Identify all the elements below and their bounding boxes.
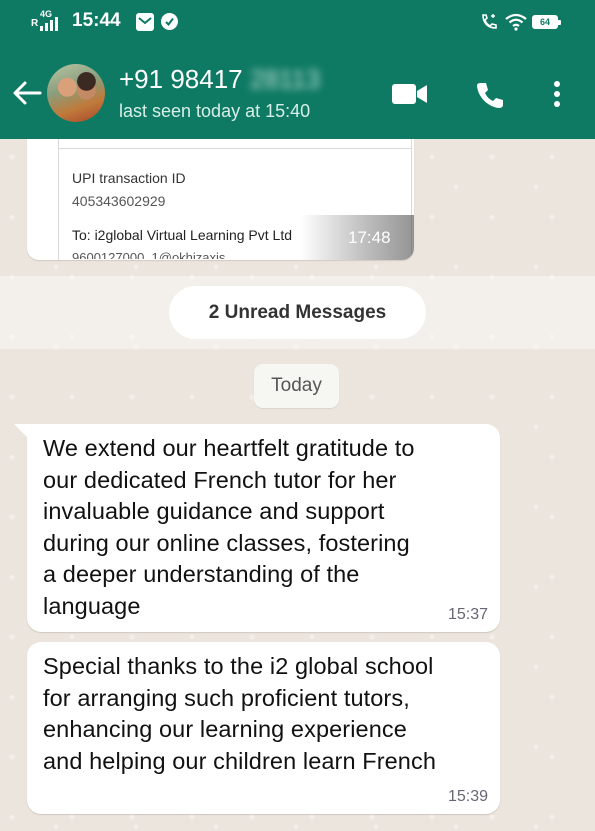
wifi-icon: [505, 13, 527, 31]
last-seen-status: last seen today at 15:40: [119, 101, 311, 121]
message-line: enhancing our learning experience: [43, 716, 407, 742]
contact-name[interactable]: +91 98417 28113: [119, 64, 320, 95]
contact-avatar[interactable]: [47, 64, 105, 122]
contact-number: +91 98417: [119, 64, 243, 94]
upi-transaction-id: 405343602929: [72, 193, 166, 209]
message-line: and helping our children learn French: [43, 747, 436, 774]
message-line: We extend our heartfelt gratitude to: [43, 435, 415, 461]
message-line: our dedicated French tutor for her: [43, 466, 397, 493]
app-header: R 4G 15:44 64 +91 98417 28113 last seen …: [0, 0, 595, 139]
message-text: We extend our heartfelt gratitude to our…: [43, 433, 483, 622]
message-bubble[interactable]: We extend our heartfelt gratitude to our…: [14, 424, 500, 632]
message-text: Special thanks to the i2 global school f…: [43, 651, 483, 777]
battery-icon: 64: [532, 15, 561, 29]
upi-transaction-label: UPI transaction ID: [72, 170, 186, 186]
message-line: Special thanks to the i2 global school: [43, 653, 434, 679]
status-time: 15:44: [72, 10, 121, 31]
more-options-icon[interactable]: [552, 80, 562, 110]
status-bar: R 4G 15:44 64: [0, 0, 595, 44]
back-arrow-icon[interactable]: [12, 79, 42, 107]
date-chip: Today: [254, 364, 339, 408]
message-line: for arranging such proficient tutors,: [43, 684, 410, 711]
message-time: 15:37: [447, 606, 488, 623]
message-bubble[interactable]: Special thanks to the i2 global school f…: [27, 642, 500, 814]
message-line: a deeper understanding of the: [43, 561, 360, 587]
upi-recipient-vpa: 9600127000_1@okhizaxis: [72, 250, 226, 259]
upi-message-time: 17:48: [348, 228, 391, 247]
message-line: invaluable guidance and support: [43, 498, 385, 524]
message-time: 15:39: [447, 788, 488, 805]
volte-icon: [482, 14, 497, 29]
upi-recipient: To: i2global Virtual Learning Pvt Ltd: [72, 227, 292, 243]
whatsapp-icon: [161, 13, 178, 30]
message-line: during our online classes, fostering: [43, 529, 410, 556]
message-line: language: [43, 592, 141, 619]
contact-number-redacted: 28113: [249, 64, 321, 94]
receipt-divider: [59, 148, 411, 149]
video-call-icon[interactable]: [392, 82, 428, 106]
unread-messages-banner: 2 Unread Messages: [169, 286, 426, 339]
signal-icon: [40, 17, 58, 31]
mail-icon: [136, 13, 154, 31]
voice-call-icon[interactable]: [475, 80, 505, 110]
